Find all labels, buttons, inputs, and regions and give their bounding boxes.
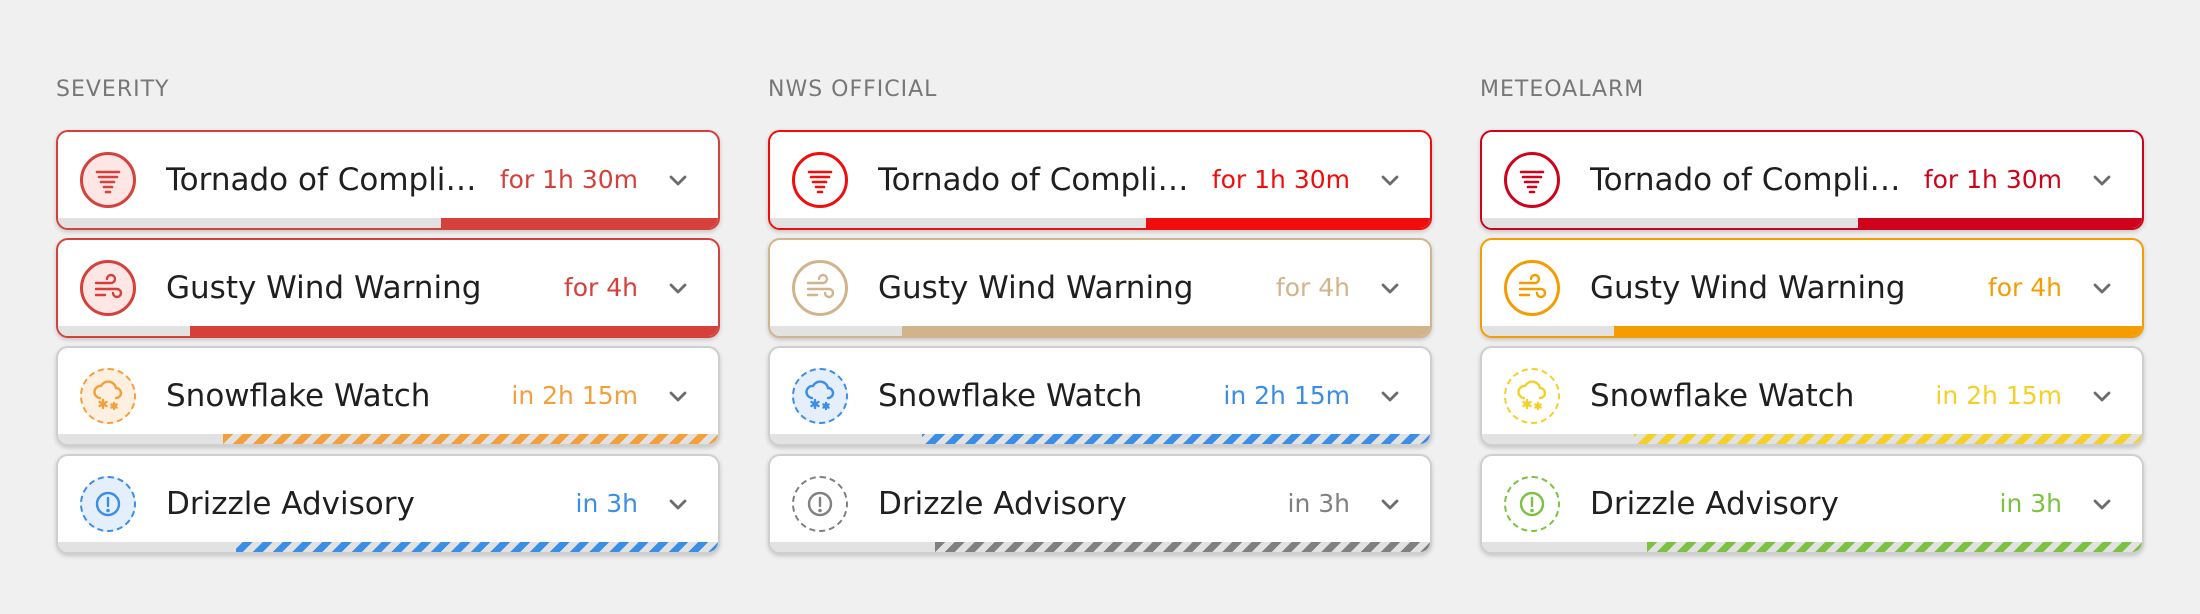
chevron-down-icon[interactable] <box>666 492 690 516</box>
column-meteoalarm: METEOALARM Tornado of Complicated Condit… <box>1480 76 2144 562</box>
progress-fill <box>1647 542 2142 552</box>
progress-track <box>1482 326 2142 336</box>
progress-track <box>58 542 718 552</box>
progress-fill <box>921 434 1430 444</box>
snowflake-icon <box>80 368 136 424</box>
alert-title: Tornado of Complicated Conditions <box>166 162 488 198</box>
chevron-down-icon[interactable] <box>666 168 690 192</box>
alert-card-tornado[interactable]: Tornado of Complicated Conditions for 1h… <box>1480 130 2144 230</box>
progress-fill <box>440 218 718 228</box>
tornado-icon <box>792 152 848 208</box>
progress-track <box>58 218 718 228</box>
alert-title: Snowflake Watch <box>878 378 1143 414</box>
chevron-down-icon[interactable] <box>2090 276 2114 300</box>
chevron-down-icon[interactable] <box>666 276 690 300</box>
alert-time: for 4h <box>563 273 638 302</box>
alert-card-snowflake[interactable]: Snowflake Watch in 2h 15m <box>1480 346 2144 446</box>
chevron-down-icon[interactable] <box>2090 168 2114 192</box>
alert-title: Tornado of Complicated Conditions <box>878 162 1200 198</box>
progress-fill <box>1633 434 2142 444</box>
alert-title: Gusty Wind Warning <box>166 270 482 306</box>
progress-fill <box>935 542 1430 552</box>
progress-track <box>1482 434 2142 444</box>
alert-card-snowflake[interactable]: Snowflake Watch in 2h 15m <box>56 346 720 446</box>
alert-title: Snowflake Watch <box>1590 378 1855 414</box>
progress-fill <box>1146 218 1430 228</box>
alert-time: for 1h 30m <box>1923 165 2062 194</box>
alert-card-snowflake[interactable]: Snowflake Watch in 2h 15m <box>768 346 1432 446</box>
alert-time: in 2h 15m <box>1935 381 2062 410</box>
progress-fill <box>902 326 1430 336</box>
wind-icon <box>1504 260 1560 316</box>
alert-card-drizzle[interactable]: Drizzle Advisory in 3h <box>56 454 720 554</box>
alert-time: in 3h <box>1999 489 2063 518</box>
chevron-down-icon[interactable] <box>1378 384 1402 408</box>
wind-icon <box>792 260 848 316</box>
progress-track <box>770 218 1430 228</box>
wind-icon <box>80 260 136 316</box>
tornado-icon <box>80 152 136 208</box>
progress-fill <box>1858 218 2142 228</box>
progress-track <box>770 542 1430 552</box>
progress-track <box>770 326 1430 336</box>
alert-time: for 1h 30m <box>499 165 638 194</box>
snowflake-icon <box>792 368 848 424</box>
alert-card-wind[interactable]: Gusty Wind Warning for 4h <box>1480 238 2144 338</box>
column-severity: SEVERITY Tornado of Complicated Conditio… <box>56 76 720 562</box>
exclamation-icon <box>792 476 848 532</box>
alert-time: in 2h 15m <box>1223 381 1350 410</box>
alert-card-wind[interactable]: Gusty Wind Warning for 4h <box>56 238 720 338</box>
progress-fill <box>190 326 718 336</box>
alert-title: Drizzle Advisory <box>878 486 1127 522</box>
alert-time: in 2h 15m <box>511 381 638 410</box>
chevron-down-icon[interactable] <box>666 384 690 408</box>
alert-card-tornado[interactable]: Tornado of Complicated Conditions for 1h… <box>56 130 720 230</box>
alert-title: Gusty Wind Warning <box>878 270 1194 306</box>
alert-card-tornado[interactable]: Tornado of Complicated Conditions for 1h… <box>768 130 1432 230</box>
alert-title: Gusty Wind Warning <box>1590 270 1906 306</box>
alert-columns: SEVERITY Tornado of Complicated Conditio… <box>0 0 2200 614</box>
alert-title: Snowflake Watch <box>166 378 431 414</box>
column-nws-official: NWS OFFICIAL Tornado of Complicated Cond… <box>768 76 1432 562</box>
chevron-down-icon[interactable] <box>1378 492 1402 516</box>
snowflake-icon <box>1504 368 1560 424</box>
chevron-down-icon[interactable] <box>2090 492 2114 516</box>
alert-time: for 4h <box>1275 273 1350 302</box>
progress-fill <box>223 434 718 444</box>
alert-title: Drizzle Advisory <box>1590 486 1839 522</box>
progress-fill <box>236 542 718 552</box>
column-title: SEVERITY <box>56 77 170 102</box>
progress-track <box>1482 218 2142 228</box>
chevron-down-icon[interactable] <box>2090 384 2114 408</box>
progress-track <box>58 326 718 336</box>
tornado-icon <box>1504 152 1560 208</box>
exclamation-icon <box>1504 476 1560 532</box>
progress-track <box>58 434 718 444</box>
alert-card-wind[interactable]: Gusty Wind Warning for 4h <box>768 238 1432 338</box>
column-title: METEOALARM <box>1480 77 1645 102</box>
chevron-down-icon[interactable] <box>1378 168 1402 192</box>
alert-title: Tornado of Complicated Conditions <box>1590 162 1912 198</box>
alert-title: Drizzle Advisory <box>166 486 415 522</box>
exclamation-icon <box>80 476 136 532</box>
chevron-down-icon[interactable] <box>1378 276 1402 300</box>
progress-fill <box>1614 326 2142 336</box>
alert-time: in 3h <box>575 489 639 518</box>
alert-time: for 1h 30m <box>1211 165 1350 194</box>
alert-card-drizzle[interactable]: Drizzle Advisory in 3h <box>1480 454 2144 554</box>
alert-card-drizzle[interactable]: Drizzle Advisory in 3h <box>768 454 1432 554</box>
alert-time: in 3h <box>1287 489 1351 518</box>
alert-time: for 4h <box>1987 273 2062 302</box>
progress-track <box>1482 542 2142 552</box>
column-title: NWS OFFICIAL <box>768 77 938 102</box>
progress-track <box>770 434 1430 444</box>
